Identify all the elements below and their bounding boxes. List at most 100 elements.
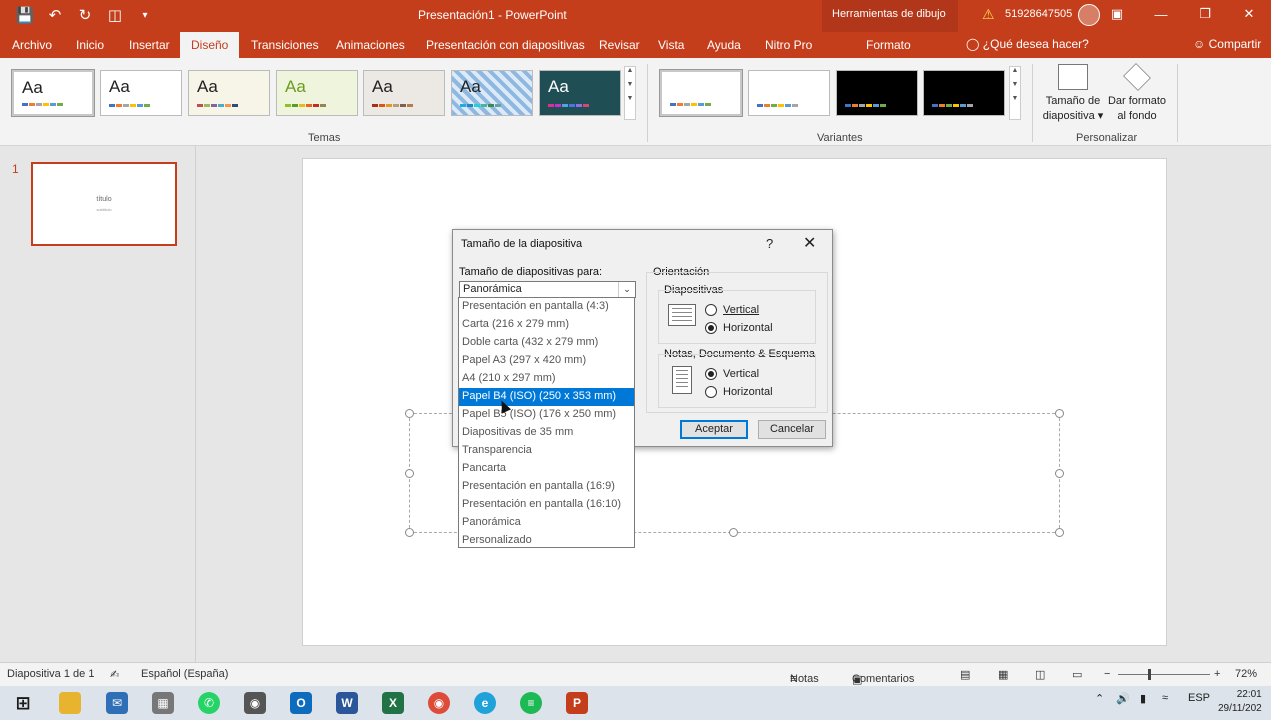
variants-scroll[interactable]: ▲ ▼ ▼ xyxy=(1009,66,1021,120)
slide-size-button[interactable]: Tamaño de diapositiva ▾ xyxy=(1040,64,1106,124)
minimize-button[interactable]: — xyxy=(1139,0,1183,28)
undo-icon[interactable]: ↶ xyxy=(44,4,66,26)
slideshow-view-icon[interactable]: ▭ xyxy=(1072,668,1082,681)
variant-4[interactable] xyxy=(923,70,1005,116)
spotify-icon[interactable]: ≡ xyxy=(520,692,542,714)
outlook-icon[interactable]: O xyxy=(290,692,312,714)
dropdown-option[interactable]: Doble carta (432 x 279 mm) xyxy=(459,334,634,352)
reading-view-icon[interactable]: ◫ xyxy=(1035,668,1045,681)
format-background-button[interactable]: Dar formato al fondo xyxy=(1106,63,1168,124)
zoom-level[interactable]: 72% xyxy=(1235,668,1257,680)
slide-size-select[interactable]: Panorámica ⌄ xyxy=(459,281,636,298)
tab-diseno[interactable]: Diseño xyxy=(180,32,240,58)
notes-horizontal-radio[interactable] xyxy=(705,386,717,398)
theme-slice[interactable]: Aa xyxy=(539,70,621,116)
zoom-in-button[interactable]: + xyxy=(1214,668,1220,680)
theme-office-2[interactable]: Aa xyxy=(100,70,182,116)
notes-vertical-option[interactable]: Vertical xyxy=(705,368,759,380)
wifi-icon[interactable]: ≈ xyxy=(1162,692,1168,704)
variant-2[interactable] xyxy=(748,70,830,116)
resize-handle[interactable] xyxy=(1055,469,1064,478)
ribbon-display-icon[interactable]: ▣ xyxy=(1095,0,1139,28)
excel-icon[interactable]: X xyxy=(382,692,404,714)
tab-insertar[interactable]: Insertar xyxy=(129,38,170,52)
tab-archivo[interactable]: Archivo xyxy=(12,38,52,52)
theme-retrospect[interactable]: Aa xyxy=(451,70,533,116)
file-explorer-icon[interactable] xyxy=(59,692,81,714)
slide-thumbnail[interactable]: título subtítulo xyxy=(31,162,177,246)
dropdown-option[interactable]: Presentación en pantalla (16:10) xyxy=(459,496,634,514)
slide-sorter-icon[interactable]: ▦ xyxy=(998,668,1008,681)
theme-facet[interactable]: Aa xyxy=(188,70,270,116)
zoom-slider-thumb[interactable] xyxy=(1148,669,1151,680)
camera-icon[interactable]: ◉ xyxy=(244,692,266,714)
close-button[interactable]: ✕ xyxy=(1227,0,1271,28)
dropdown-option[interactable]: Pancarta xyxy=(459,460,634,478)
tab-vista[interactable]: Vista xyxy=(658,38,684,52)
dropdown-option[interactable]: A4 (210 x 297 mm) xyxy=(459,370,634,388)
resize-handle[interactable] xyxy=(1055,409,1064,418)
system-clock[interactable]: 22:01 29/11/202 xyxy=(1218,688,1262,716)
zoom-out-button[interactable]: − xyxy=(1104,668,1110,680)
windows-start-icon[interactable]: ⊞ xyxy=(12,692,34,714)
dropdown-option[interactable]: Panorámica xyxy=(459,514,634,532)
dropdown-option[interactable]: Papel A3 (297 x 420 mm) xyxy=(459,352,634,370)
help-button[interactable]: ? xyxy=(766,236,773,251)
normal-view-icon[interactable]: ▤ xyxy=(960,668,970,681)
slides-horizontal-option[interactable]: Horizontal xyxy=(705,322,773,334)
resize-handle[interactable] xyxy=(405,528,414,537)
edge-icon[interactable]: e xyxy=(474,692,496,714)
dropdown-option[interactable]: Papel B4 (ISO) (250 x 353 mm) xyxy=(459,388,634,406)
notes-vertical-radio[interactable] xyxy=(705,368,717,380)
theme-ion[interactable]: Aa xyxy=(276,70,358,116)
language-indicator[interactable]: Español (España) xyxy=(141,668,228,680)
slides-horizontal-radio[interactable] xyxy=(705,322,717,334)
variant-3[interactable] xyxy=(836,70,918,116)
dialog-close-button[interactable]: ✕ xyxy=(803,233,816,253)
tab-nitro-pro[interactable]: Nitro Pro xyxy=(765,38,812,52)
mail-icon[interactable]: ✉ xyxy=(106,692,128,714)
calculator-icon[interactable]: ▦ xyxy=(152,692,174,714)
present-icon[interactable]: ◫ xyxy=(104,4,126,26)
account-name[interactable]: 51928647505 xyxy=(1005,8,1072,20)
tab-presentacion[interactable]: Presentación con diapositivas xyxy=(426,38,585,52)
redo-icon[interactable]: ↻ xyxy=(74,4,96,26)
resize-handle[interactable] xyxy=(1055,528,1064,537)
input-language[interactable]: ESP xyxy=(1188,692,1210,704)
restore-button[interactable]: ❐ xyxy=(1183,0,1227,28)
customize-qat-icon[interactable]: ▾ xyxy=(134,4,156,26)
dropdown-option[interactable]: Papel B5 (ISO) (176 x 250 mm) xyxy=(459,406,634,424)
resize-handle[interactable] xyxy=(729,528,738,537)
warning-icon[interactable]: ⚠ xyxy=(982,6,995,23)
resize-handle[interactable] xyxy=(405,409,414,418)
whatsapp-icon[interactable]: ✆ xyxy=(198,692,220,714)
theme-office[interactable]: Aa xyxy=(11,69,95,117)
zoom-slider[interactable] xyxy=(1118,674,1210,675)
share-button[interactable]: ☺ Compartir xyxy=(1193,37,1261,51)
powerpoint-icon[interactable]: P xyxy=(566,692,588,714)
cancel-button[interactable]: Cancelar xyxy=(758,420,826,439)
slides-vertical-radio[interactable] xyxy=(705,304,717,316)
dropdown-option[interactable]: Transparencia xyxy=(459,442,634,460)
volume-icon[interactable]: 🔊 xyxy=(1116,692,1130,705)
dropdown-option[interactable]: Presentación en pantalla (4:3) xyxy=(459,298,634,316)
spellcheck-icon[interactable]: ✍ xyxy=(110,668,119,681)
show-hidden-icons-icon[interactable]: ⌃ xyxy=(1095,692,1104,705)
theme-integral[interactable]: Aa xyxy=(363,70,445,116)
chrome-icon[interactable]: ◉ xyxy=(428,692,450,714)
tell-me-search[interactable]: ◯ ¿Qué desea hacer? xyxy=(966,37,1089,51)
dropdown-option[interactable]: Diapositivas de 35 mm xyxy=(459,424,634,442)
variant-1[interactable] xyxy=(659,69,743,117)
tab-revisar[interactable]: Revisar xyxy=(599,38,640,52)
notes-horizontal-option[interactable]: Horizontal xyxy=(705,386,773,398)
save-icon[interactable]: 💾 xyxy=(14,4,36,26)
tab-formato[interactable]: Formato xyxy=(866,38,911,52)
word-icon[interactable]: W xyxy=(336,692,358,714)
dropdown-option[interactable]: Personalizado xyxy=(459,532,634,550)
tab-transiciones[interactable]: Transiciones xyxy=(251,38,319,52)
ok-button[interactable]: Aceptar xyxy=(680,420,748,439)
themes-scroll[interactable]: ▲ ▼ ▼ xyxy=(624,66,636,120)
tab-ayuda[interactable]: Ayuda xyxy=(707,38,741,52)
tab-inicio[interactable]: Inicio xyxy=(76,38,104,52)
battery-icon[interactable]: ▮ xyxy=(1140,692,1146,705)
